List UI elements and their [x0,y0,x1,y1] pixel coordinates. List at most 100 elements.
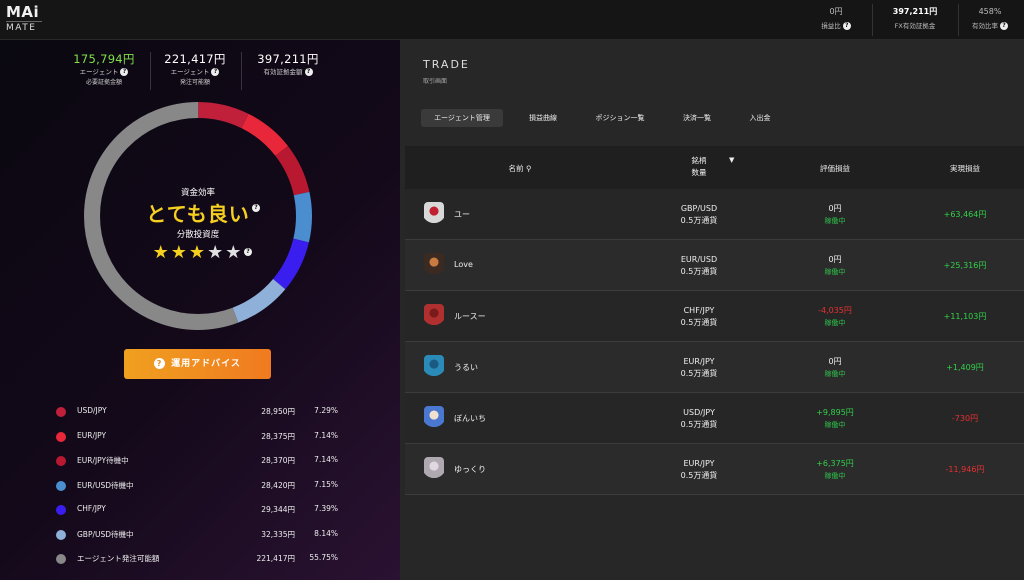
efficiency-rating: とても良い [146,202,250,226]
help-icon[interactable]: ? [1000,22,1008,30]
quantity: 0.5万通貨 [680,267,718,276]
agent-name: ルースー [454,312,486,321]
currency-pair: CHF/JPY [683,306,715,315]
column-unrealized-pl: 評価損益 [820,164,850,173]
quantity: 0.5万通貨 [680,216,718,225]
column-pair[interactable]: 銘柄 数量 [669,155,729,179]
legend-color-dot [56,456,66,466]
column-name[interactable]: 名前 ⚲ [500,163,540,174]
quantity: 0.5万通貨 [680,420,718,429]
kpi-value: 397,211円 [257,52,319,66]
unrealized-pl: 0円 [828,255,842,264]
kpi-value: 175,794円 [73,52,135,66]
star-icon: ★ [207,242,226,263]
stat-fx-margin: 397,211円 FX有効証拠金 [892,7,938,30]
agent-avatar [424,202,444,228]
allocation-donut-chart: 資金効率 とても良い ? 分散投資度 ★★★★★ ? [82,100,314,332]
legend-percent: 55.75% [309,553,338,562]
efficiency-label: 資金効率 [180,188,215,198]
trade-panel: TRADE 取引画面 エージェント管理 損益曲線 ポジション一覧 決済一覧 入出… [400,40,1024,580]
legend-name: USD/JPY [77,406,107,415]
agent-avatar [424,304,444,330]
agent-avatar [424,253,444,279]
legend-item: USD/JPY 28,950円 7.29% [56,402,346,427]
kpi-value: 221,417円 [164,52,226,66]
legend-name: CHF/JPY [77,504,106,513]
status-badge: 稼働中 [824,319,846,327]
kpi-effective-margin: 397,211円 有効証拠金額? [250,52,326,77]
status-badge: 稼働中 [824,472,846,480]
unrealized-pl: 0円 [828,204,842,213]
filter-icon[interactable]: ▼ [729,156,734,164]
divider [958,4,959,36]
unrealized-pl: 0円 [828,357,842,366]
tab-settlements[interactable]: 決済一覧 [667,109,727,127]
currency-pair: EUR/USD [680,255,718,264]
table-row[interactable]: ユー GBP/USD 0.5万通貨 0円 稼働中 +63,464円 [405,189,1024,240]
tab-deposit-withdraw[interactable]: 入出金 [735,109,785,127]
portfolio-panel: 175,794円 エージェント? 必要証拠金額 221,417円 エージェント?… [0,40,400,580]
help-icon[interactable]: ? [120,68,129,76]
investment-advice-button[interactable]: ? 運用アドバイス [124,349,271,379]
speech-bubble-icon: ? [154,358,166,369]
help-icon[interactable]: ? [304,68,313,76]
legend-color-dot [56,431,66,442]
legend-color-dot [56,505,66,515]
currency-pair: EUR/JPY [683,459,715,468]
table-row[interactable]: Love EUR/USD 0.5万通貨 0円 稼働中 +25,316円 [405,240,1024,291]
legend-item: エージェント発注可能額 221,417円 55.75% [56,549,346,574]
tab-agent-management[interactable]: エージェント管理 [421,109,503,127]
agent-name: ゆっくり [454,465,486,474]
logo-text: MAi [6,3,40,21]
help-icon[interactable]: ? [252,204,260,212]
divider [241,52,242,90]
divider [872,4,873,36]
legend-amount: 28,950円 [261,407,295,416]
legend-item: EUR/JPY 28,375円 7.14% [56,427,346,452]
kpi-orderable-amount: 221,417円 エージェント? 発注可能額 [158,52,232,87]
quantity: 0.5万通貨 [680,318,718,327]
page-title: TRADE [423,58,470,71]
unrealized-pl: +6,375円 [816,459,854,468]
legend-name: エージェント発注可能額 [77,554,160,563]
search-icon[interactable]: ⚲ [526,164,532,173]
quantity: 0.5万通貨 [680,369,718,378]
table-row[interactable]: うるい EUR/JPY 0.5万通貨 0円 稼働中 +1,409円 [405,342,1024,393]
legend-amount: 28,420円 [261,480,295,490]
table-body: ユー GBP/USD 0.5万通貨 0円 稼働中 +63,464円 Love EUR/USD 0… [405,189,1024,495]
currency-pair: GBP/USD [680,204,718,213]
status-badge: 稼働中 [824,268,846,276]
status-badge: 稼働中 [824,421,846,429]
quantity: 0.5万通貨 [680,471,718,480]
mai-mate-logo[interactable]: MAi MATE [6,4,42,34]
currency-pair: USD/JPY [683,408,715,417]
top-bar: MAi MATE 0円 損益比? 397,211円 FX有効証拠金 458% 有… [0,0,1024,40]
star-icon: ★ [152,242,171,263]
legend-item: CHF/JPY 29,344円 7.39% [56,500,346,525]
help-icon[interactable]: ? [842,22,851,30]
kpi-required-margin: 175,794円 エージェント? 必要証拠金額 [62,52,146,87]
page-subtitle: 取引画面 [423,78,448,85]
legend-percent: 7.14% [314,430,338,440]
agent-avatar [424,457,444,483]
divider [150,52,151,90]
legend-item: EUR/JPY待機中 28,370円 7.14% [56,451,346,476]
table-row[interactable]: ゆっくり EUR/JPY 0.5万通貨 +6,375円 稼働中 -11,946円 [405,444,1024,495]
help-icon[interactable]: ? [244,248,252,256]
column-realized-pl: 実現損益 [950,164,980,173]
legend-item: GBP/USD待機中 32,335円 8.14% [56,525,346,550]
diversification-label: 分散投資度 [176,230,220,240]
legend-amount: 28,375円 [261,431,295,441]
legend-percent: 7.39% [314,504,338,513]
tab-pl-curve[interactable]: 損益曲線 [513,109,573,127]
legend-percent: 8.14% [314,528,338,538]
legend-name: EUR/JPY待機中 [77,456,129,465]
diversification-stars: ★★★★★ [82,242,314,263]
table-row[interactable]: ぼんいち USD/JPY 0.5万通貨 +9,895円 稼働中 -730円 [405,393,1024,444]
currency-pair: EUR/JPY [683,357,715,366]
table-row[interactable]: ルースー CHF/JPY 0.5万通貨 -4,035円 稼働中 +11,103円 [405,291,1024,342]
tab-positions[interactable]: ポジション一覧 [581,109,659,127]
agent-name: Love [454,260,473,269]
legend-color-dot [56,407,66,417]
help-icon[interactable]: ? [211,68,220,76]
